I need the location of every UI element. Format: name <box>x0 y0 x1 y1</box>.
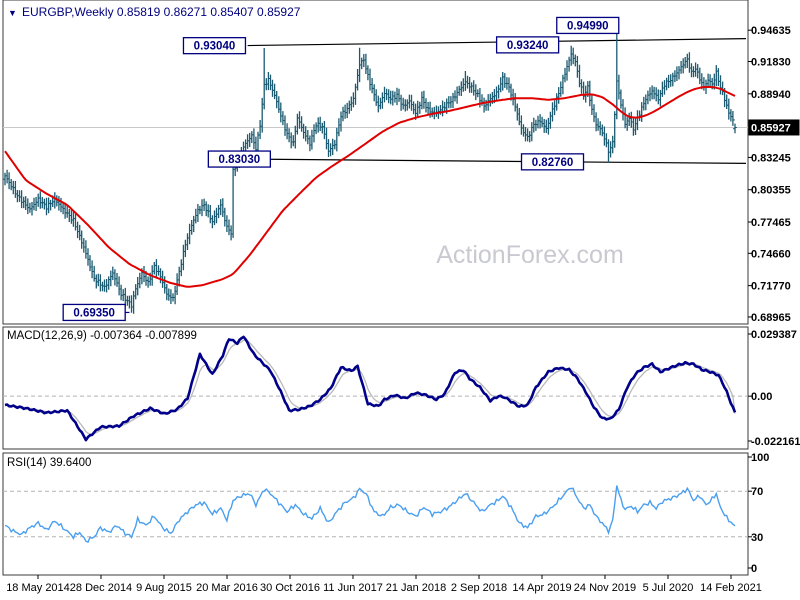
macd-panel-border <box>2 326 749 450</box>
x-axis-date-label: 5 Jul 2020 <box>643 582 694 594</box>
y-axis-tick-label: 0.88940 <box>751 89 791 101</box>
macd-main-line <box>4 335 737 442</box>
main-y-axis: 0.94635 0.91830 0.88940 0.83245 0.80355 0.774… <box>748 25 800 324</box>
x-axis-date-label: 30 Oct 2016 <box>260 582 320 594</box>
candles-layer <box>3 26 737 314</box>
x-axis-date-label: 28 Dec 2014 <box>70 582 132 594</box>
y-axis-tick-label: 0.91830 <box>751 57 791 69</box>
price-annotation-label: 0.82760 <box>532 157 574 169</box>
x-axis-date-label: 9 Aug 2015 <box>136 582 192 594</box>
rsi-axis-label: 100 <box>751 452 769 464</box>
watermark: ActionForex.com <box>436 241 624 269</box>
rsi-axis-label: 70 <box>751 486 763 498</box>
y-axis-tick-label: 0.94635 <box>751 25 791 37</box>
price-annotation-label: 0.93040 <box>194 41 236 53</box>
ohlc-bars <box>4 26 736 314</box>
rsi-axis-label: 30 <box>751 532 763 544</box>
rsi-panel-border <box>2 452 749 576</box>
x-axis-date-label: 14 Feb 2021 <box>700 582 762 594</box>
x-axis: 18 May 2014 28 Dec 2014 9 Aug 2015 20 Mar 2… <box>6 575 762 594</box>
y-axis-tick-label: 0.83245 <box>751 152 791 164</box>
x-axis-date-label: 2 Sep 2018 <box>451 582 507 594</box>
rsi-line-path <box>4 485 736 544</box>
macd-axis-label: 0.00 <box>751 391 772 403</box>
x-axis-date-label: 20 Mar 2016 <box>196 582 258 594</box>
x-axis-date-label: 24 Nov 2019 <box>574 582 636 594</box>
support-resistance-lines <box>3 38 748 165</box>
rsi-header: RSI(14) 39.6400 <box>7 457 91 469</box>
x-axis-date-label: 14 Apr 2019 <box>512 582 571 594</box>
rsi-axis-label: 0 <box>751 563 757 575</box>
y-axis-tick-label: 0.71770 <box>751 281 791 293</box>
price-chart-canvas[interactable]: ActionForex.com 0.93040 0.93240 0.94990 0.8… <box>0 0 800 600</box>
chart-title: EURGBP,Weekly 0.85819 0.86271 0.85407 0.… <box>22 5 301 19</box>
price-annotation-label: 0.83030 <box>219 154 261 166</box>
current-price-tag-label: 0.85927 <box>751 122 791 134</box>
y-axis-tick-label: 0.74660 <box>751 248 791 260</box>
y-axis-tick-label: 0.77465 <box>751 217 791 229</box>
x-axis-date-label: 11 Jun 2017 <box>323 582 383 594</box>
macd-axis-label: 0.029387 <box>751 329 797 341</box>
price-annotation-label: 0.69350 <box>73 307 115 319</box>
y-axis-tick-label: 0.68965 <box>751 312 791 324</box>
x-axis-date-label: 18 May 2014 <box>6 582 70 594</box>
x-axis-date-label: 21 Jan 2018 <box>386 582 447 594</box>
macd-axis-label: -0.022161 <box>751 436 800 448</box>
support-line <box>218 158 747 165</box>
y-axis-tick-label: 0.80355 <box>751 185 791 197</box>
collapse-arrow-icon[interactable]: ▼ <box>8 8 17 18</box>
macd-header: MACD(12,26,9) -0.007364 -0.007899 <box>7 330 197 342</box>
chart-window: ActionForex.com 0.93040 0.93240 0.94990 0.8… <box>0 0 800 600</box>
macd-panel: 0.029387 0.00 -0.022161 MACD(12,26,9) -0.0… <box>3 329 800 448</box>
price-annotation-label: 0.94990 <box>567 20 609 32</box>
rsi-panel: 100 70 30 0 RSI(14) 39.6400 <box>3 452 769 575</box>
price-annotation-label: 0.93240 <box>507 40 549 52</box>
main-price-panel: ActionForex.com 0.93040 0.93240 0.94990 0.8… <box>2 0 800 576</box>
macd-signal-line <box>4 339 736 435</box>
